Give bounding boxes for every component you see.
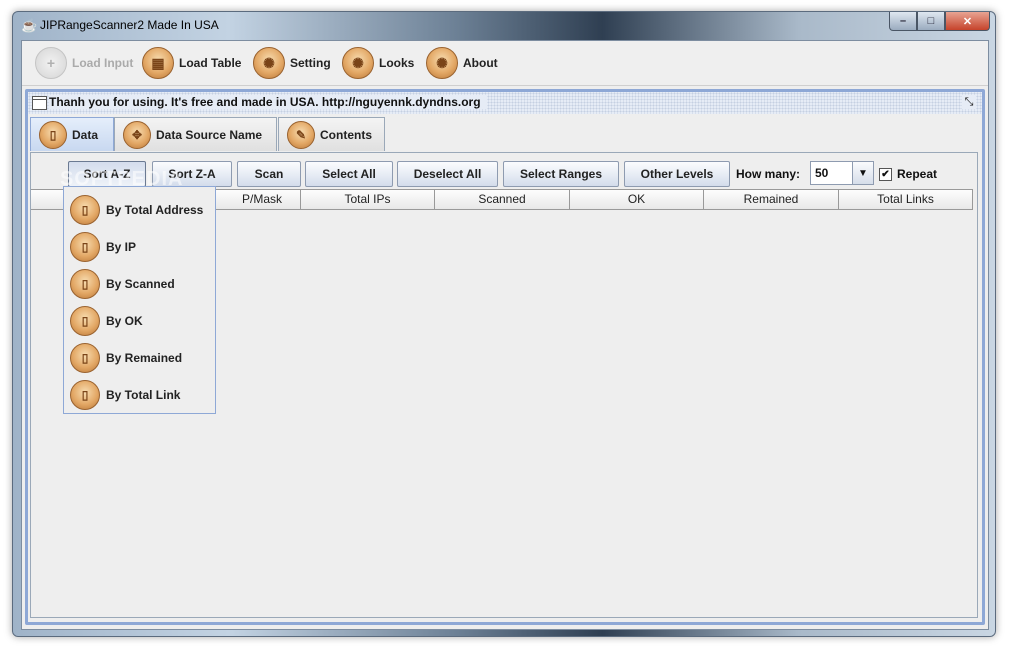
menu-item-by-remained[interactable]: ▯ By Remained (70, 342, 182, 374)
how-many-label: How many: (736, 167, 801, 181)
scan-button[interactable]: Scan (237, 161, 301, 187)
how-many-combo[interactable]: 50 ▼ (810, 161, 874, 185)
tab-data-source-name[interactable]: ✥ Data Source Name (114, 117, 277, 151)
menu-item-label: By IP (106, 240, 137, 254)
maximize-button[interactable]: □ (917, 12, 945, 31)
pencil-icon: ✎ (287, 120, 315, 149)
column-header-scanned[interactable]: Scanned (435, 189, 570, 209)
restore-icon[interactable]: ⤡ (962, 95, 976, 109)
about-label: About (463, 56, 498, 70)
minimize-button[interactable]: – (889, 12, 917, 31)
menu-item-by-total-address[interactable]: ▯ By Total Address (70, 194, 203, 226)
tab-data[interactable]: ▯ Data (30, 117, 114, 151)
setting-label: Setting (290, 56, 331, 70)
how-many-value[interactable]: 50 (811, 162, 852, 184)
gamepad-icon: ✥ (123, 120, 151, 149)
column-header-total-ips[interactable]: Total IPs (301, 189, 435, 209)
other-levels-button[interactable]: Other Levels (624, 161, 730, 187)
tab-contents-label: Contents (320, 127, 372, 142)
frame-icon (32, 96, 47, 110)
about-button[interactable]: ✺ About (426, 47, 498, 79)
column-header-ok[interactable]: OK (570, 189, 704, 209)
select-ranges-button[interactable]: Select Ranges (503, 161, 619, 187)
deselect-all-button[interactable]: Deselect All (397, 161, 498, 187)
repeat-label: Repeat (897, 167, 938, 181)
menu-item-label: By Total Address (106, 203, 204, 217)
main-toolbar: + Load Input ▦ Load Table ✺ Setting ✺ Lo… (22, 41, 988, 86)
document-icon: ▯ (70, 306, 100, 336)
gear-icon: ✺ (253, 47, 285, 79)
window-controls: – □ ✕ (889, 12, 990, 32)
looks-label: Looks (379, 56, 415, 70)
repeat-checkbox[interactable]: ✔ (879, 167, 892, 181)
menu-item-by-scanned[interactable]: ▯ By Scanned (70, 268, 175, 300)
menu-item-label: By OK (106, 314, 143, 328)
load-table-button[interactable]: ▦ Load Table (142, 47, 241, 79)
tab-data-source-name-label: Data Source Name (156, 127, 263, 142)
menu-item-label: By Remained (106, 351, 183, 365)
load-input-label: Load Input (72, 56, 134, 70)
load-input-button[interactable]: + Load Input (35, 47, 133, 79)
looks-button[interactable]: ✺ Looks (342, 47, 414, 79)
plus-icon: + (35, 47, 67, 79)
tab-contents[interactable]: ✎ Contents (278, 117, 385, 151)
sort-za-button[interactable]: Sort Z-A (152, 161, 232, 187)
document-icon: ▯ (70, 380, 100, 410)
column-header-total-links[interactable]: Total Links (839, 189, 973, 209)
sort-popup-menu: ▯ By Total Address ▯ By IP ▯ By Scanned … (63, 186, 216, 414)
load-table-label: Load Table (179, 56, 242, 70)
menu-item-label: By Total Link (106, 388, 181, 402)
document-icon: ▯ (70, 343, 100, 373)
close-button[interactable]: ✕ (945, 12, 990, 31)
repeat-checkbox-wrap[interactable]: ✔ Repeat (879, 167, 937, 181)
java-cup-icon: ☕ (21, 18, 38, 33)
column-header-remained[interactable]: Remained (704, 189, 839, 209)
menu-item-by-ok[interactable]: ▯ By OK (70, 305, 143, 337)
tab-data-label: Data (72, 127, 99, 142)
sort-az-button[interactable]: Sort A-Z (68, 161, 146, 187)
window-title: JIPRangeScanner2 Made In USA (40, 18, 219, 32)
menu-item-label: By Scanned (106, 277, 175, 291)
table-icon: ▦ (142, 47, 174, 79)
document-icon: ▯ (70, 269, 100, 299)
title-bar[interactable]: ☕ JIPRangeScanner2 Made In USA – □ ✕ (13, 12, 995, 40)
chevron-down-icon[interactable]: ▼ (852, 162, 873, 184)
document-icon: ▯ (70, 195, 100, 225)
document-icon: ▯ (39, 120, 67, 149)
internal-frame-title: Thanh you for using. It's free and made … (49, 95, 487, 109)
gear-icon: ✺ (426, 47, 458, 79)
internal-frame-title-bar[interactable]: Thanh you for using. It's free and made … (28, 92, 982, 114)
gear-icon: ✺ (342, 47, 374, 79)
document-icon: ▯ (70, 232, 100, 262)
setting-button[interactable]: ✺ Setting (253, 47, 331, 79)
menu-item-by-ip[interactable]: ▯ By IP (70, 231, 136, 263)
select-all-button[interactable]: Select All (305, 161, 393, 187)
menu-item-by-total-link[interactable]: ▯ By Total Link (70, 379, 180, 411)
